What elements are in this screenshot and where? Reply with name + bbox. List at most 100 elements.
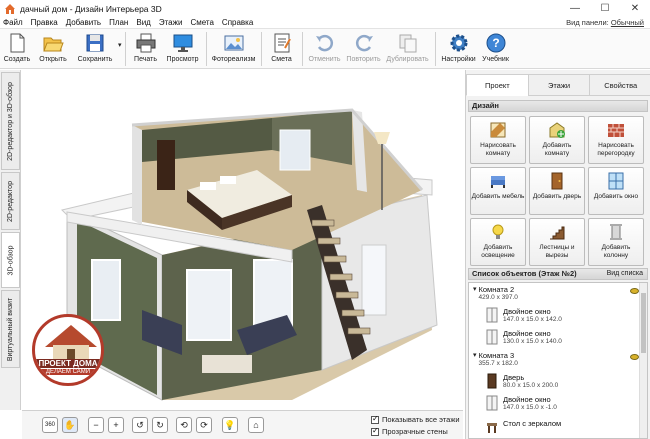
object-name: Комната 3 (478, 351, 515, 360)
rotate-right-button[interactable]: ↻ (152, 417, 168, 433)
tab-virtual-visit[interactable]: Виртуальный визит (1, 290, 20, 368)
new-button[interactable]: Создать (0, 29, 34, 69)
scrollbar-thumb[interactable] (641, 293, 646, 353)
list-item[interactable]: Стол с зеркалом (485, 419, 647, 435)
light-button[interactable]: 💡 (222, 417, 238, 433)
save-dropdown-icon[interactable]: ▾ (118, 41, 122, 49)
window-icon (486, 329, 498, 345)
object-list[interactable]: ▾ Комната 2 429.0 x 397.0 Двойное окно 147… (468, 282, 648, 439)
panel-style: Вид панели: Обычный (566, 18, 644, 27)
preview-button[interactable]: Просмотр (163, 29, 203, 69)
list-item[interactable]: ▾ Комната 2 429.0 x 397.0 (473, 285, 643, 302)
redo-button[interactable]: Повторить (344, 29, 384, 69)
pan-hand-button[interactable]: ✋ (62, 417, 78, 433)
print-button[interactable]: Печать (129, 29, 163, 69)
undo-button[interactable]: Отменить (306, 29, 344, 69)
title-bar: дачный дом - Дизайн Интерьера 3D — ☐ ✕ (0, 0, 650, 17)
list-item[interactable]: Дверь 80.0 x 15.0 x 200.0 (485, 373, 647, 390)
collapse-icon[interactable]: ▾ (473, 351, 477, 359)
add-lighting-label: Добавить освещение (481, 244, 515, 259)
stairs-cutouts-button[interactable]: Лестницы и вырезы (529, 218, 585, 266)
draw-room-button[interactable]: Нарисовать комнату (470, 116, 526, 164)
list-item[interactable]: ▾ Комната 3 355.7 x 182.0 (473, 351, 643, 368)
menu-estimate[interactable]: Смета (190, 18, 213, 27)
draw-room-icon (490, 122, 506, 138)
tab-2d-3d-label: 2D-редактор и 3D-обзор (7, 81, 15, 161)
menu-help[interactable]: Справка (222, 18, 253, 27)
orbit-left-button[interactable]: ⟲ (176, 417, 192, 433)
menu-edit[interactable]: Правка (31, 18, 58, 27)
object-name: Двойное окно (503, 329, 551, 338)
zoom-out-button[interactable]: − (88, 417, 104, 433)
tab-2d[interactable]: 2D-редактор (1, 172, 20, 230)
list-item[interactable]: Двойное окно 147.0 x 15.0 x -1.0 (485, 395, 647, 412)
eye-icon[interactable] (630, 354, 639, 360)
tutorial-button[interactable]: ? Учебник (479, 29, 513, 69)
window-title: дачный дом - Дизайн Интерьера 3D (20, 3, 162, 14)
panel-style-link[interactable]: Обычный (611, 18, 644, 27)
save-button[interactable]: Сохранить (72, 29, 118, 69)
checkbox-checked-icon (371, 414, 379, 424)
show-all-floors-label: Показывать все этажи (382, 415, 460, 424)
rotate-360-icon: 360 (44, 422, 55, 428)
menu-add[interactable]: Добавить (66, 18, 101, 27)
add-column-button[interactable]: Добавить колонну (588, 218, 644, 266)
tab-project[interactable]: Проект (466, 74, 529, 96)
rotate-left-icon: ↺ (136, 419, 144, 430)
add-furniture-button[interactable]: Добавить мебель (470, 167, 526, 215)
stairs-cutouts-label: Лестницы и вырезы (539, 244, 575, 259)
right-tabs: Проект Этажи Свойства (466, 74, 650, 96)
maximize-button[interactable]: ☐ (590, 0, 620, 17)
duplicate-button[interactable]: Дублировать (384, 29, 432, 69)
list-item[interactable]: Двойное окно 130.0 x 15.0 x 140.0 (485, 329, 647, 346)
open-label: Открыть (39, 56, 67, 63)
save-icon (86, 34, 104, 52)
rotate-left-button[interactable]: ↺ (132, 417, 148, 433)
bulb-icon: 💡 (224, 419, 236, 430)
add-door-label: Добавить дверь (532, 193, 582, 200)
minimize-button[interactable]: — (560, 0, 590, 17)
tab-properties[interactable]: Свойства (589, 74, 650, 96)
duplicate-icon (399, 34, 417, 53)
rotate-360-button[interactable]: 360 (42, 417, 58, 433)
add-door-button[interactable]: Добавить дверь (529, 167, 585, 215)
tab-2d-3d[interactable]: 2D-редактор и 3D-обзор (1, 72, 20, 170)
transparent-walls-checkbox[interactable]: Прозрачные стены (371, 426, 448, 436)
help-icon: ? (486, 33, 506, 53)
object-list-title: Список объектов (Этаж №2) (472, 269, 577, 278)
home-view-button[interactable]: ⌂ (248, 417, 264, 433)
orbit-right-button[interactable]: ⟳ (196, 417, 212, 433)
add-lighting-button[interactable]: Добавить освещение (470, 218, 526, 266)
toolbar-separator (301, 32, 303, 66)
add-column-label: Добавить колонну (601, 244, 631, 259)
collapse-icon[interactable]: ▾ (473, 285, 477, 293)
open-button[interactable]: Открыть (34, 29, 72, 69)
redo-icon (355, 34, 373, 52)
window-icon (486, 395, 498, 411)
list-item[interactable]: Двойное окно 147.0 x 15.0 x 142.0 (485, 307, 647, 324)
draw-partition-label: Нарисовать перегородку (597, 142, 635, 157)
list-view-link[interactable]: Вид списка (607, 269, 643, 279)
settings-button[interactable]: Настройки (439, 29, 479, 69)
add-window-button[interactable]: Добавить окно (588, 167, 644, 215)
menu-plan[interactable]: План (109, 18, 128, 27)
menu-view[interactable]: Вид (136, 18, 150, 27)
show-all-floors-checkbox[interactable]: Показывать все этажи (371, 414, 460, 424)
orbit-left-icon: ⟲ (180, 419, 188, 430)
menu-file[interactable]: Файл (3, 18, 23, 27)
tab-floors[interactable]: Этажи (527, 74, 591, 96)
photorealism-button[interactable]: Фотореализм (210, 29, 258, 69)
photorealism-label: Фотореализм (211, 56, 256, 63)
brick-wall-icon (608, 124, 624, 137)
estimate-button[interactable]: Смета (265, 29, 299, 69)
menu-floors[interactable]: Этажи (159, 18, 183, 27)
eye-icon[interactable] (630, 288, 639, 294)
add-room-button[interactable]: Добавить комнату (529, 116, 585, 164)
3d-viewport[interactable]: ПРОЕКТ ДОМА ДЕЛАЕМ САМИ (22, 70, 463, 410)
tab-3d[interactable]: 3D-обзор (1, 232, 20, 288)
new-file-icon (10, 33, 25, 53)
close-button[interactable]: ✕ (620, 0, 650, 17)
draw-partition-button[interactable]: Нарисовать перегородку (588, 116, 644, 164)
object-list-scrollbar[interactable] (639, 283, 647, 438)
zoom-in-button[interactable]: + (108, 417, 124, 433)
